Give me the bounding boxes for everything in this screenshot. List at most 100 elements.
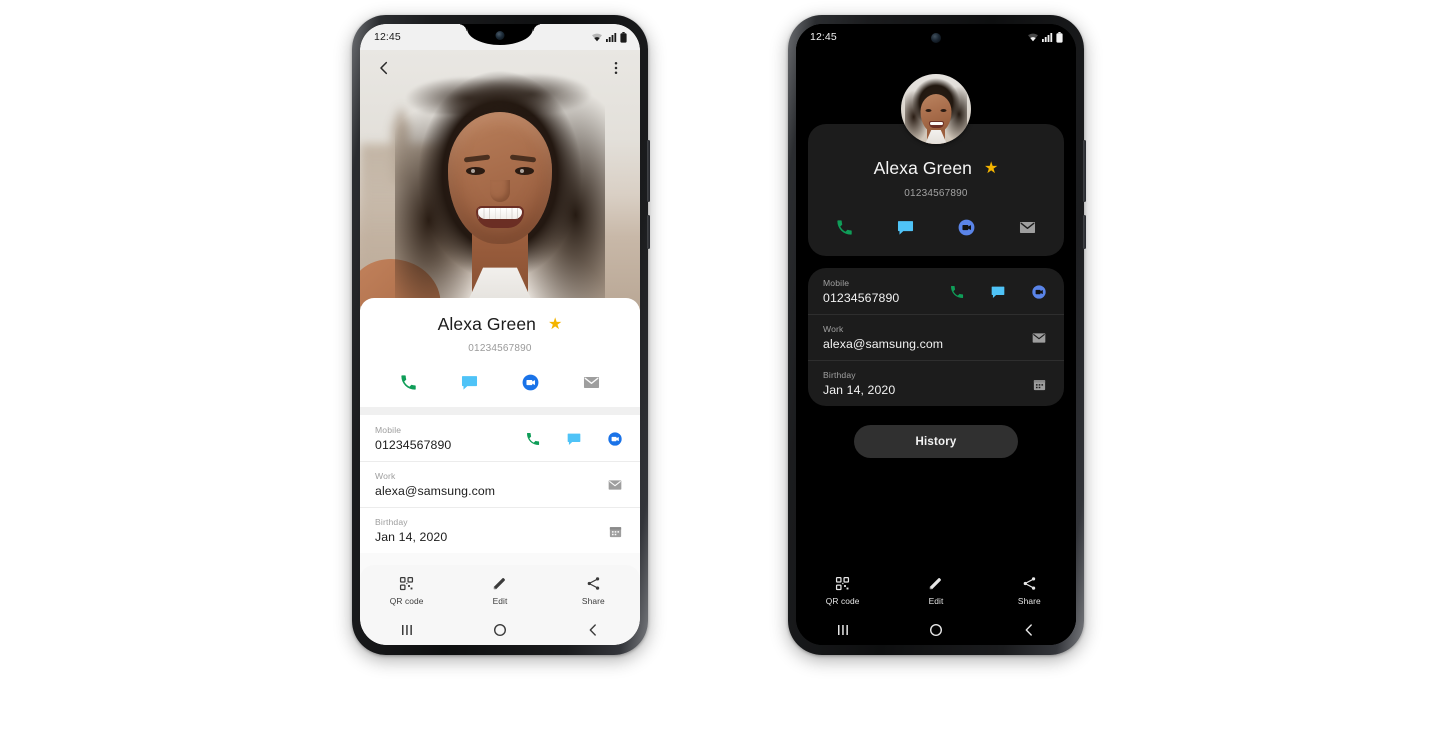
qr-code-button[interactable]: QR code (796, 565, 889, 615)
edit-button[interactable]: Edit (453, 565, 546, 615)
avatar-mouth (928, 121, 944, 128)
message-icon (897, 220, 914, 235)
power-button-left-phone[interactable] (647, 215, 650, 249)
share-button[interactable]: Share (547, 565, 640, 615)
home-button[interactable] (889, 615, 982, 645)
video-call-action-button[interactable] (956, 216, 978, 238)
phone-dark-theme: 12:45 Alexa Green ★ 01234567890 Mobile 0… (788, 15, 1086, 655)
duo-video-icon (522, 374, 539, 390)
quick-actions-row-light (360, 371, 640, 393)
detail-value: alexa@samsung.com (375, 484, 496, 498)
call-action-button[interactable] (834, 216, 856, 238)
contact-photo-light[interactable] (360, 50, 640, 310)
call-action-button[interactable] (398, 371, 420, 393)
favorite-star-icon[interactable]: ★ (548, 316, 562, 333)
favorite-star-icon[interactable]: ★ (984, 160, 998, 177)
photo-eye-left (466, 167, 485, 175)
front-camera-icon-left (495, 31, 505, 40)
avatar[interactable] (901, 74, 971, 144)
three-bars-icon (837, 625, 848, 635)
calendar-icon (1033, 379, 1045, 390)
detail-label: Mobile (823, 278, 850, 288)
recents-button[interactable] (360, 615, 453, 645)
row-calendar-button[interactable] (1028, 373, 1050, 395)
screen-dark: 12:45 Alexa Green ★ 01234567890 Mobile 0… (796, 24, 1076, 645)
detail-row-icons-birthday (1028, 373, 1050, 397)
detail-row-birthday[interactable]: Birthday Jan 14, 2020 (808, 360, 1064, 406)
more-options-button[interactable] (605, 57, 627, 79)
more-vertical-icon (614, 62, 618, 74)
chevron-left-icon (589, 624, 597, 636)
circle-icon (929, 623, 942, 637)
contact-phone-subtitle: 01234567890 (468, 343, 532, 354)
volume-button-right-phone[interactable] (1083, 140, 1086, 202)
email-action-button[interactable] (1017, 216, 1039, 238)
toolbar-label: QR code (825, 596, 860, 606)
detail-text-birthday: Birthday Jan 14, 2020 (375, 517, 447, 544)
detail-label: Work (375, 471, 396, 481)
row-email-button[interactable] (1028, 327, 1050, 349)
toolbar-label: Edit (492, 596, 508, 606)
edit-button[interactable]: Edit (889, 565, 982, 615)
battery-icon (620, 31, 627, 43)
detail-row-mobile[interactable]: Mobile 01234567890 (360, 415, 640, 461)
volume-button-left-phone[interactable] (647, 140, 650, 202)
row-call-button[interactable] (946, 281, 968, 303)
message-action-button[interactable] (459, 371, 481, 393)
detail-row-birthday[interactable]: Birthday Jan 14, 2020 (360, 507, 640, 553)
row-call-button[interactable] (522, 428, 544, 450)
detail-row-icons-work (1028, 327, 1050, 351)
wifi-icon (592, 33, 602, 42)
detail-text-work: Work alexa@samsung.com (375, 471, 495, 498)
qr-code-button[interactable]: QR code (360, 565, 453, 615)
email-action-button[interactable] (581, 371, 603, 393)
photo-eye-right (515, 167, 534, 175)
back-button-header[interactable] (373, 57, 395, 79)
contact-name-row: Alexa Green ★ (808, 158, 1064, 179)
avatar-eye-left (925, 109, 932, 112)
front-camera-icon-right (931, 33, 941, 43)
detail-value: 01234567890 (375, 438, 452, 452)
history-button-wrapper: History (796, 425, 1076, 458)
back-button[interactable] (983, 615, 1076, 645)
row-video-call-button[interactable] (604, 428, 626, 450)
detail-row-mobile[interactable]: Mobile 01234567890 (808, 268, 1064, 314)
pencil-icon (494, 578, 506, 590)
toolbar-actions-light: QR code Edit Share (360, 565, 640, 615)
history-button[interactable]: History (854, 425, 1018, 458)
detail-text-birthday: Birthday Jan 14, 2020 (823, 370, 895, 397)
detail-row-work-email[interactable]: Work alexa@samsung.com (360, 461, 640, 507)
row-message-button[interactable] (987, 281, 1009, 303)
detail-value: 01234567890 (823, 291, 900, 305)
detail-value: Jan 14, 2020 (823, 383, 896, 397)
navigation-bar-dark (796, 615, 1076, 645)
contact-name-row: Alexa Green ★ (360, 314, 640, 335)
row-message-button[interactable] (563, 428, 585, 450)
photo-mouth (476, 206, 524, 228)
message-action-button[interactable] (895, 216, 917, 238)
share-button[interactable]: Share (983, 565, 1076, 615)
toolbar-label: Edit (928, 596, 944, 606)
row-calendar-button[interactable] (604, 520, 626, 542)
contact-summary-card-light: Alexa Green ★ 01234567890 (360, 298, 640, 407)
detail-value: Jan 14, 2020 (375, 530, 448, 544)
duo-video-icon (608, 432, 622, 446)
avatar-face (920, 94, 952, 133)
detail-row-icons-birthday (604, 520, 626, 544)
envelope-icon (1032, 333, 1046, 343)
detail-row-icons-mobile (946, 281, 1050, 305)
home-button[interactable] (453, 615, 546, 645)
phone-bezel-right: 12:45 Alexa Green ★ 01234567890 Mobile 0… (796, 24, 1076, 645)
row-email-button[interactable] (604, 474, 626, 496)
battery-icon (1056, 31, 1063, 43)
power-button-right-phone[interactable] (1083, 215, 1086, 249)
bottom-toolbar-dark: QR code Edit Share (796, 565, 1076, 645)
photo-brow-left (463, 154, 491, 163)
detail-row-work-email[interactable]: Work alexa@samsung.com (808, 314, 1064, 360)
back-button[interactable] (547, 615, 640, 645)
detail-text-work: Work alexa@samsung.com (823, 324, 943, 351)
video-call-action-button[interactable] (520, 371, 542, 393)
recents-button[interactable] (796, 615, 889, 645)
row-video-call-button[interactable] (1028, 281, 1050, 303)
toolbar-label: QR code (389, 596, 424, 606)
